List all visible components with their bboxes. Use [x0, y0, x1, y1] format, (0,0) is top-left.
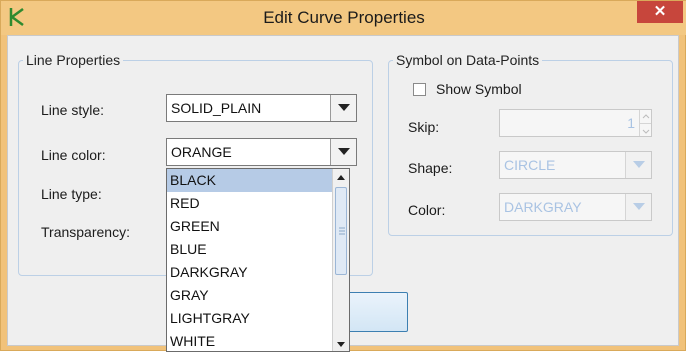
- line-style-combo[interactable]: SOLID_PLAIN: [166, 94, 357, 122]
- show-symbol-label[interactable]: Show Symbol: [436, 81, 522, 97]
- line-style-label: Line style:: [41, 102, 105, 118]
- color-option[interactable]: LIGHTGRAY: [167, 307, 349, 330]
- skip-spinner[interactable]: 1: [499, 109, 652, 137]
- line-type-label: Line type:: [41, 186, 102, 202]
- line-style-value: SOLID_PLAIN: [171, 100, 262, 116]
- line-color-combo[interactable]: ORANGE: [166, 138, 357, 166]
- line-properties-legend: Line Properties: [26, 52, 121, 68]
- color-option[interactable]: BLACK: [167, 169, 349, 192]
- dialog-window: Edit Curve Properties ✕ Line Properties …: [0, 0, 686, 352]
- symbol-color-arrow[interactable]: [625, 194, 651, 220]
- chevron-down-icon: [633, 203, 645, 210]
- color-option[interactable]: WHITE: [167, 330, 349, 351]
- window-title: Edit Curve Properties: [263, 8, 425, 27]
- shape-value: CIRCLE: [504, 157, 556, 173]
- line-color-value: ORANGE: [171, 144, 232, 160]
- spinner-up-icon[interactable]: [640, 110, 651, 123]
- close-icon[interactable]: ✕: [654, 3, 667, 20]
- chevron-down-icon: [338, 104, 350, 111]
- scroll-down-icon[interactable]: [333, 336, 349, 351]
- color-option[interactable]: RED: [167, 192, 349, 215]
- chevron-down-icon: [338, 148, 350, 155]
- skip-spinner-buttons[interactable]: [639, 110, 651, 136]
- shape-arrow[interactable]: [625, 152, 651, 178]
- color-option[interactable]: DARKGRAY: [167, 261, 349, 284]
- line-style-arrow[interactable]: [330, 95, 356, 121]
- shape-label: Shape:: [408, 160, 453, 176]
- skip-label: Skip:: [408, 119, 440, 135]
- line-color-label: Line color:: [41, 147, 106, 163]
- symbol-color-combo[interactable]: DARKGRAY: [499, 193, 652, 221]
- scroll-up-icon[interactable]: [333, 169, 349, 186]
- show-symbol-checkbox[interactable]: [413, 83, 426, 96]
- symbol-legend: Symbol on Data-Points: [396, 52, 540, 68]
- transparency-label: Transparency:: [41, 224, 130, 240]
- dropdown-scrollbar[interactable]: [332, 169, 349, 351]
- scroll-thumb[interactable]: [335, 187, 347, 275]
- line-color-arrow[interactable]: [330, 139, 356, 165]
- color-options: BLACK RED GREEN BLUE DARKGRAY GRAY LIGHTGRAY WH…: [167, 169, 349, 351]
- spinner-down-icon[interactable]: [640, 123, 651, 136]
- color-dropdown-list[interactable]: BLACK RED GREEN BLUE DARKGRAY GRAY LIGHTGRAY WH…: [166, 168, 350, 352]
- close-button[interactable]: ✕: [637, 1, 683, 23]
- color-option[interactable]: BLUE: [167, 238, 349, 261]
- skip-value: 1: [627, 115, 635, 131]
- color-option[interactable]: GREEN: [167, 215, 349, 238]
- title-bar[interactable]: Edit Curve Properties ✕: [1, 1, 686, 35]
- shape-combo[interactable]: CIRCLE: [499, 151, 652, 179]
- symbol-color-value: DARKGRAY: [504, 199, 582, 215]
- color-option[interactable]: GRAY: [167, 284, 349, 307]
- chevron-down-icon: [633, 161, 645, 168]
- symbol-color-label: Color:: [408, 202, 446, 218]
